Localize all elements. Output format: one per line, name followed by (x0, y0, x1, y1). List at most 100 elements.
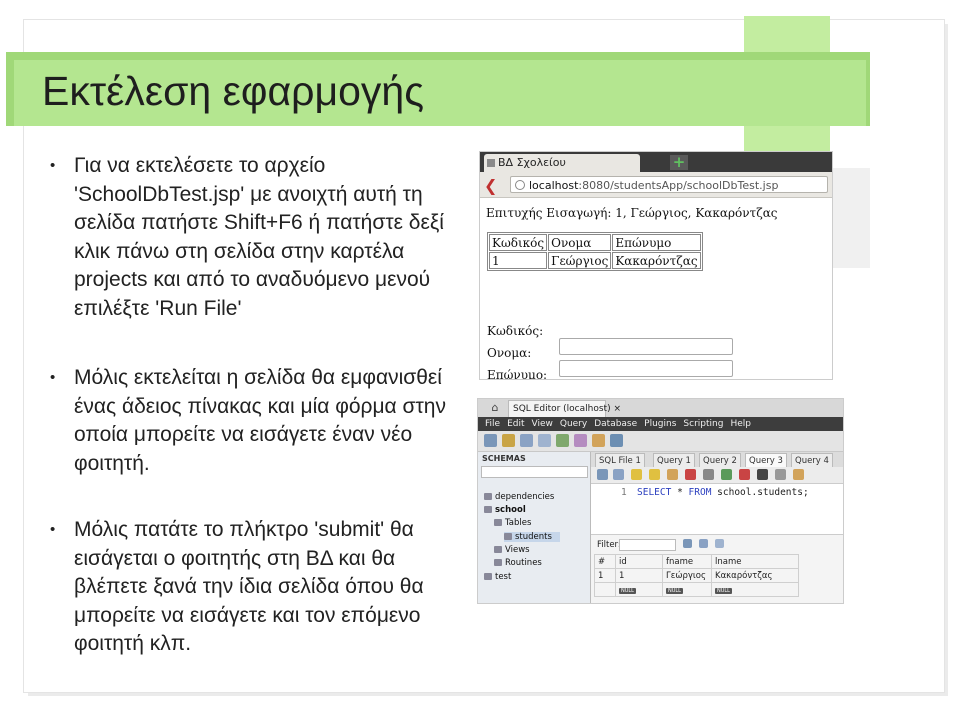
sql-editor-tab[interactable]: SQL Editor (localhost) × (508, 400, 621, 417)
routine-icon[interactable] (556, 434, 569, 447)
result-grid-panel: Filter: # id fname lname 1 1 Γεώργιος Κα… (591, 534, 843, 603)
sql-statement: SELECT * FROM school.students; (637, 487, 809, 498)
close-icon[interactable]: × (613, 404, 621, 414)
workbench-menu-bar: File Edit View Query Database Plugins Scriptin… (478, 417, 843, 431)
table-icon (504, 533, 512, 540)
save-icon[interactable] (613, 469, 624, 480)
bullet-dot: • (50, 369, 56, 386)
null-tag: NULL (619, 587, 636, 594)
decorative-block (830, 168, 870, 268)
toggle-icon[interactable] (703, 469, 714, 480)
browser-tab-title: ΒΔ Σχολείου (498, 156, 566, 169)
database-icon (484, 506, 492, 513)
beautify-icon[interactable] (775, 469, 786, 480)
table-row: 1 Γεώργιος Κακαρόντζας (489, 252, 701, 269)
table-row[interactable]: NULL NULL NULL (594, 582, 799, 597)
workbench-toolbar (478, 431, 843, 452)
browser-tab[interactable]: ΒΔ Σχολείου (484, 154, 640, 172)
wrap-icon[interactable] (715, 539, 724, 548)
sql-editor-tab-label: SQL Editor (localhost) (513, 404, 611, 414)
tree-item-dependencies[interactable]: dependencies (484, 492, 554, 502)
tab-query-4[interactable]: Query 4 (791, 453, 833, 468)
menu-scripting[interactable]: Scripting (683, 417, 723, 431)
menu-help[interactable]: Help (730, 417, 751, 431)
workbench-screenshot: ⌂ SQL Editor (localhost) × File Edit View Q… (477, 398, 844, 604)
success-message: Επιτυχής Εισαγωγή: 1, Γεώργιος, Κακαρόντ… (486, 206, 778, 220)
bullet-item: • Μόλις εκτελείται η σελίδα θα εμφανισθε… (50, 364, 454, 478)
export-icon[interactable] (683, 539, 692, 548)
menu-plugins[interactable]: Plugins (644, 417, 676, 431)
column-header: lname (711, 554, 799, 569)
open-icon[interactable] (597, 469, 608, 480)
folder-icon (494, 559, 502, 566)
filter-label: Filter: (597, 540, 621, 550)
execute-current-icon[interactable] (649, 469, 660, 480)
import-icon[interactable] (699, 539, 708, 548)
menu-database[interactable]: Database (594, 417, 637, 431)
query-toolbar (591, 467, 843, 484)
open-file-icon[interactable] (502, 434, 515, 447)
autocommit-icon[interactable] (757, 469, 768, 480)
menu-file[interactable]: File (485, 417, 500, 431)
page-icon (487, 159, 495, 167)
bullet-item: • Για να εκτελέσετε το αρχείο 'SchoolDbT… (50, 152, 454, 323)
null-tag: NULL (666, 587, 683, 594)
commit-icon[interactable] (721, 469, 732, 480)
name-input[interactable] (559, 360, 733, 377)
rollback-icon[interactable] (739, 469, 750, 480)
url-path: :8080/studentsApp/schoolDbTest.jsp (578, 179, 779, 192)
stop-icon[interactable] (685, 469, 696, 480)
surname-form-row: Επώνυμο: (487, 368, 547, 379)
name-form-row: Ονομα: (487, 346, 733, 377)
tree-item-views[interactable]: Views (494, 545, 530, 555)
schemas-panel: SCHEMAS dependencies school Tables stude… (478, 452, 591, 603)
find-icon[interactable] (793, 469, 804, 480)
grid-cell: NULL (711, 582, 799, 597)
new-tab-button[interactable]: + (670, 155, 688, 170)
tree-item-students[interactable]: students (504, 532, 560, 542)
tree-item-school[interactable]: school (484, 505, 526, 515)
table-header-row: Κωδικός Ονομα Επώνυμο (489, 234, 701, 251)
table-row[interactable]: 1 1 Γεώργιος Κακαρόντζας (594, 568, 799, 583)
grid-cell: NULL (662, 582, 712, 597)
bullet-dot: • (50, 157, 56, 174)
tab-sql-file-1[interactable]: SQL File 1 (595, 453, 645, 468)
menu-edit[interactable]: Edit (507, 417, 524, 431)
sql-keyword: SELECT (637, 487, 672, 498)
tree-label: dependencies (495, 492, 555, 502)
menu-query[interactable]: Query (560, 417, 587, 431)
sql-editor[interactable]: 1 SELECT * FROM school.students; (591, 484, 843, 534)
tree-item-test[interactable]: test (484, 572, 511, 582)
grid-cell (594, 582, 616, 597)
null-tag: NULL (715, 587, 732, 594)
url-bar[interactable]: localhost:8080/studentsApp/schoolDbTest.… (510, 176, 828, 193)
schemas-filter-input[interactable] (481, 466, 588, 478)
tab-query-1[interactable]: Query 1 (653, 453, 695, 468)
execute-icon[interactable] (631, 469, 642, 480)
tree-label: test (495, 572, 512, 582)
inspector-icon[interactable] (592, 434, 605, 447)
column-header: # (594, 554, 616, 569)
tree-item-routines[interactable]: Routines (494, 558, 542, 568)
code-input[interactable] (559, 338, 733, 355)
new-query-icon[interactable] (484, 434, 497, 447)
sql-token: * (677, 487, 683, 498)
home-icon[interactable]: ⌂ (484, 401, 506, 415)
explain-icon[interactable] (667, 469, 678, 480)
grid-header-row: # id fname lname (594, 554, 799, 569)
filter-input[interactable] (619, 539, 676, 551)
tab-query-2[interactable]: Query 2 (699, 453, 741, 468)
tree-item-tables[interactable]: Tables (494, 518, 531, 528)
reconnect-icon[interactable] (610, 434, 623, 447)
globe-icon (515, 180, 525, 190)
table-icon[interactable] (520, 434, 533, 447)
back-arrow-icon[interactable]: ❮ (484, 176, 497, 195)
menu-view[interactable]: View (532, 417, 553, 431)
grid-cell: Κακαρόντζας (711, 568, 799, 583)
view-icon[interactable] (538, 434, 551, 447)
page-content: Επιτυχής Εισαγωγή: 1, Γεώργιος, Κακαρόντ… (480, 198, 832, 379)
grid-cell: 1 (615, 568, 663, 583)
tab-query-3[interactable]: Query 3 (745, 453, 787, 468)
column-header: id (615, 554, 663, 569)
function-icon[interactable] (574, 434, 587, 447)
